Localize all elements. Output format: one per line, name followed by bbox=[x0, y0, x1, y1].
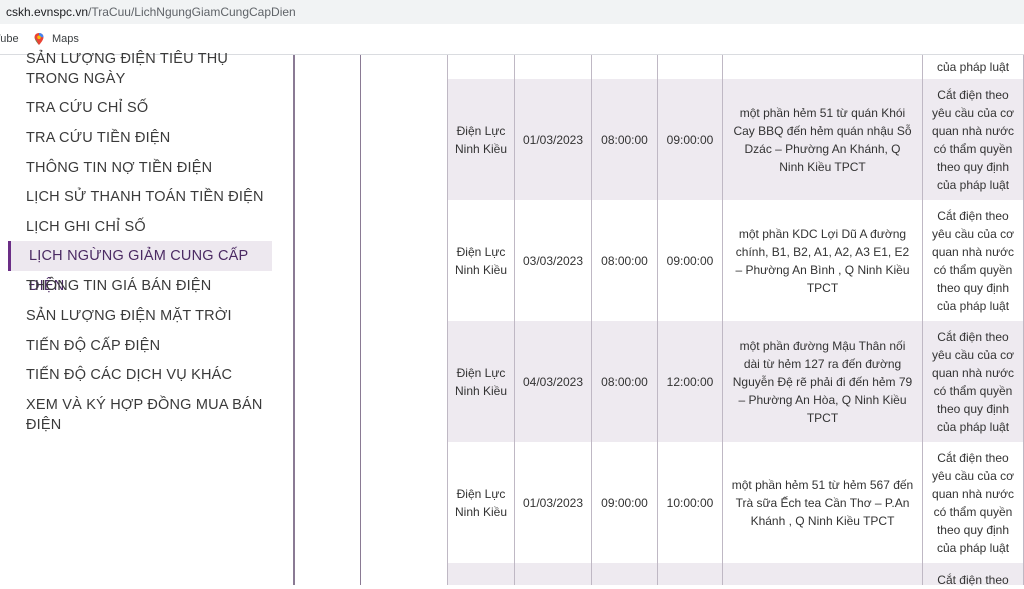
cell-reason: Cắt điện theo yêu cầu của cơ quan nhà nư… bbox=[923, 79, 1024, 200]
sidebar-item-tien-do-dich-vu-khac[interactable]: TIẾN ĐỘ CÁC DỊCH VỤ KHÁC bbox=[26, 365, 272, 385]
sidebar-item-tra-cuu-chi-so[interactable]: TRA CỨU CHỈ SỐ bbox=[26, 98, 272, 118]
cell-unit: Điện Lực Ninh Kiều bbox=[447, 321, 515, 442]
sidebar-item-lich-ghi-chi-so[interactable]: LỊCH GHI CHỈ SỐ bbox=[26, 217, 272, 237]
cell-start-time bbox=[592, 563, 658, 585]
cell-end-time: 12:00:00 bbox=[658, 321, 723, 442]
bookmark-youtube-label: Tube bbox=[0, 33, 19, 45]
cell-date bbox=[515, 55, 592, 79]
table-row: Điện Lực Ninh Kiều 03/03/2023 08:00:00 0… bbox=[447, 200, 1024, 321]
address-bar[interactable]: cskh.evnspc.vn/TraCuu/LichNgungGiamCungC… bbox=[0, 0, 1024, 24]
cell-date: 03/03/2023 bbox=[515, 200, 592, 321]
cell-reason: Cắt điện theo yêu cầu của cơ quan nhà nư… bbox=[923, 200, 1024, 321]
cell-unit: Điện Lực Ninh Kiều bbox=[447, 442, 515, 563]
bookmark-youtube[interactable]: Tube bbox=[0, 24, 19, 54]
cell-area: một phần đường Mậu Thân nối dài từ hẻm 1… bbox=[723, 321, 923, 442]
table-row: Điện Lực Ninh Kiều 01/03/2023 09:00:00 1… bbox=[447, 442, 1024, 563]
sidebar-item-tien-do-cap-dien[interactable]: TIẾN ĐỘ CẤP ĐIỆN bbox=[26, 336, 272, 356]
cell-area: một phần hẻm 51 từ hẻm 567 đến Trà sữa Ế… bbox=[723, 442, 923, 563]
sidebar-item-san-luong-dien-mat-troi[interactable]: SẢN LƯỢNG ĐIỆN MẶT TRỜI bbox=[26, 306, 272, 326]
url-domain: cskh.evnspc.vn bbox=[6, 5, 89, 19]
sidebar-item-xem-va-ky-hop-dong[interactable]: XEM VÀ KÝ HỢP ĐỒNG MUA BÁN ĐIỆN bbox=[26, 395, 272, 435]
cell-unit bbox=[447, 563, 515, 585]
cell-end-time bbox=[658, 55, 723, 79]
sidebar-item-lich-su-thanh-toan[interactable]: LỊCH SỬ THANH TOÁN TIỀN ĐIỆN bbox=[26, 187, 272, 207]
sidebar-menu: SẢN LƯỢNG ĐIỆN TIÊU THỤ TRONG NGÀY TRA C… bbox=[0, 51, 294, 585]
cell-end-time: 09:00:00 bbox=[658, 79, 723, 200]
cell-end-time: 10:00:00 bbox=[658, 442, 723, 563]
table-row: Điện Lực Ninh Kiều 01/03/2023 08:00:00 0… bbox=[447, 79, 1024, 200]
cell-area bbox=[723, 563, 923, 585]
cell-unit: Điện Lực Ninh Kiều bbox=[447, 200, 515, 321]
outage-schedule-table: của pháp luật Điện Lực Ninh Kiều 01/03/2… bbox=[447, 55, 1024, 587]
cell-reason: của pháp luật bbox=[923, 55, 1024, 79]
cell-reason: Cắt điện theo yêu cầu của cơ quan nhà nư… bbox=[923, 321, 1024, 442]
cell-start-time: 08:00:00 bbox=[592, 321, 658, 442]
cell-start-time: 09:00:00 bbox=[592, 442, 658, 563]
cell-start-time: 08:00:00 bbox=[592, 200, 658, 321]
cell-start-time: 08:00:00 bbox=[592, 79, 658, 200]
cell-reason: Cắt điện theo bbox=[923, 563, 1024, 587]
cell-end-time: 09:00:00 bbox=[658, 200, 723, 321]
cell-date: 04/03/2023 bbox=[515, 321, 592, 442]
content-divider-right bbox=[360, 55, 361, 585]
cell-date bbox=[515, 563, 592, 585]
cell-date: 01/03/2023 bbox=[515, 79, 592, 200]
cell-start-time bbox=[592, 55, 658, 79]
maps-icon bbox=[34, 33, 44, 45]
cell-area: một phần KDC Lợi Dũ A đường chính, B1, B… bbox=[723, 200, 923, 321]
cell-date: 01/03/2023 bbox=[515, 442, 592, 563]
cell-unit bbox=[447, 55, 515, 79]
table-row: Điện Lực Ninh Kiều 04/03/2023 08:00:00 1… bbox=[447, 321, 1024, 442]
table-row: Cắt điện theo bbox=[447, 563, 1024, 587]
sidebar-item-thong-tin-gia-ban-dien[interactable]: THÔNG TIN GIÁ BÁN ĐIỆN bbox=[26, 276, 272, 296]
cell-reason: Cắt điện theo yêu cầu của cơ quan nhà nư… bbox=[923, 442, 1024, 563]
cell-area: một phần hẻm 51 từ quán Khói Cay BBQ đến… bbox=[723, 79, 923, 200]
sidebar-item-tra-cuu-tien-dien[interactable]: TRA CỨU TIỀN ĐIỆN bbox=[26, 128, 272, 148]
cell-end-time bbox=[658, 563, 723, 585]
cell-area bbox=[723, 55, 923, 79]
url-path: /TraCuu/LichNgungGiamCungCapDien bbox=[88, 5, 296, 19]
table-row: của pháp luật bbox=[447, 55, 1024, 79]
sidebar-item-san-luong-dien-tieu-thu[interactable]: SẢN LƯỢNG ĐIỆN TIÊU THỤ TRONG NGÀY bbox=[26, 49, 272, 89]
sidebar-item-thong-tin-no-tien-dien[interactable]: THÔNG TIN NỢ TIỀN ĐIỆN bbox=[26, 158, 272, 178]
cell-unit: Điện Lực Ninh Kiều bbox=[447, 79, 515, 200]
sidebar-item-lich-ngung-giam-cung-cap-dien[interactable]: LỊCH NGỪNG GIẢM CUNG CẤP ĐIỆN bbox=[8, 241, 272, 294]
content-divider-left bbox=[293, 55, 295, 585]
